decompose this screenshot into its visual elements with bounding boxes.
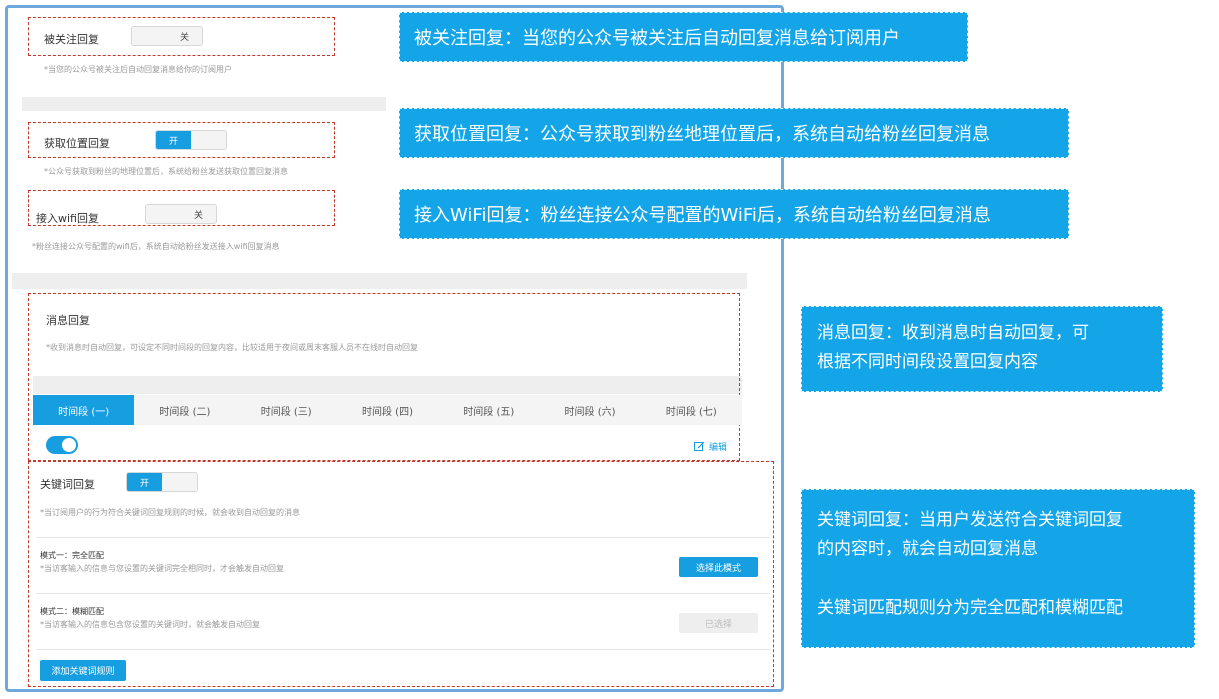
callout-message-line1: 消息回复：收到消息时自动回复，可 [817,323,1089,343]
callout-wifi: 接入WiFi回复：粉丝连接公众号配置的WiFi后，系统自动给粉丝回复消息 [399,189,1069,239]
callout-keyword-line1: 关键词回复：当用户发送符合关键词回复 [817,510,1123,530]
callout-message-line2: 根据不同时间段设置回复内容 [817,352,1038,372]
callout-keyword: 关键词回复：当用户发送符合关键词回复 的内容时，就会自动回复消息 关键词匹配规则… [801,489,1195,648]
callout-message: 消息回复：收到消息时自动回复，可 根据不同时间段设置回复内容 [801,306,1163,392]
callout-keyword-line3: 关键词匹配规则分为完全匹配和模糊匹配 [817,598,1123,618]
callout-follow: 被关注回复：当您的公众号被关注后自动回复消息给订阅用户 [399,12,968,62]
callout-location: 获取位置回复：公众号获取到粉丝地理位置后，系统自动给粉丝回复消息 [399,108,1069,158]
callout-keyword-line2: 的内容时，就会自动回复消息 [817,539,1038,559]
